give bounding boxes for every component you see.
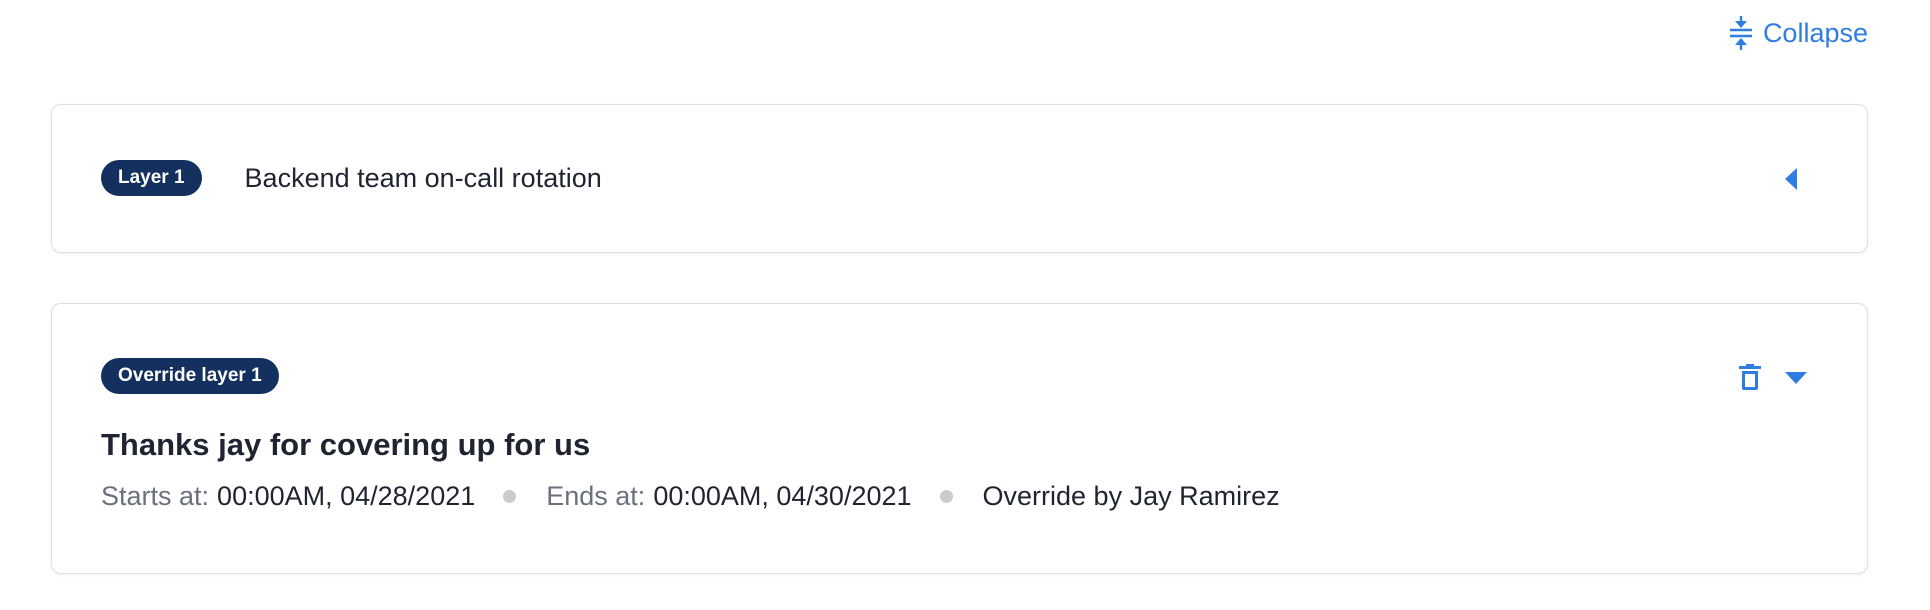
caret-down-icon xyxy=(1785,371,1807,389)
separator-dot xyxy=(939,490,953,503)
toggle-override-button[interactable] xyxy=(1785,371,1807,389)
delete-override-button[interactable] xyxy=(1739,364,1761,395)
collapse-button[interactable]: Collapse xyxy=(1729,16,1868,50)
ends-label: Ends at: xyxy=(546,481,646,511)
expand-layer-button[interactable] xyxy=(1783,167,1799,195)
layer-title: Backend team on-call rotation xyxy=(244,162,602,193)
collapse-label: Collapse xyxy=(1762,17,1868,48)
schedule-layers-panel: Collapse Layer 1 Backend team on-call ro… xyxy=(0,0,1930,610)
layer-badge: Layer 1 xyxy=(101,160,202,196)
override-card: Override layer 1 Thanks jay for covering… xyxy=(51,303,1868,574)
layer-header: Layer 1 Backend team on-call rotation xyxy=(101,160,602,196)
caret-left-icon xyxy=(1785,167,1797,195)
starts-value: 00:00AM, 04/28/2021 xyxy=(217,481,476,511)
override-actions xyxy=(1739,364,1807,395)
collapse-vertical-icon xyxy=(1729,16,1753,50)
trash-icon xyxy=(1739,364,1761,395)
starts-label: Starts at: xyxy=(101,481,210,511)
separator-dot xyxy=(503,490,517,503)
ends-value: 00:00AM, 04/30/2021 xyxy=(653,481,912,511)
override-title: Thanks jay for covering up for us xyxy=(101,427,591,462)
override-by: Override by Jay Ramirez xyxy=(982,481,1280,511)
override-meta: Starts at: 00:00AM, 04/28/2021 Ends at: … xyxy=(101,481,1280,512)
layer-card: Layer 1 Backend team on-call rotation xyxy=(51,104,1868,253)
override-badge: Override layer 1 xyxy=(101,358,279,394)
